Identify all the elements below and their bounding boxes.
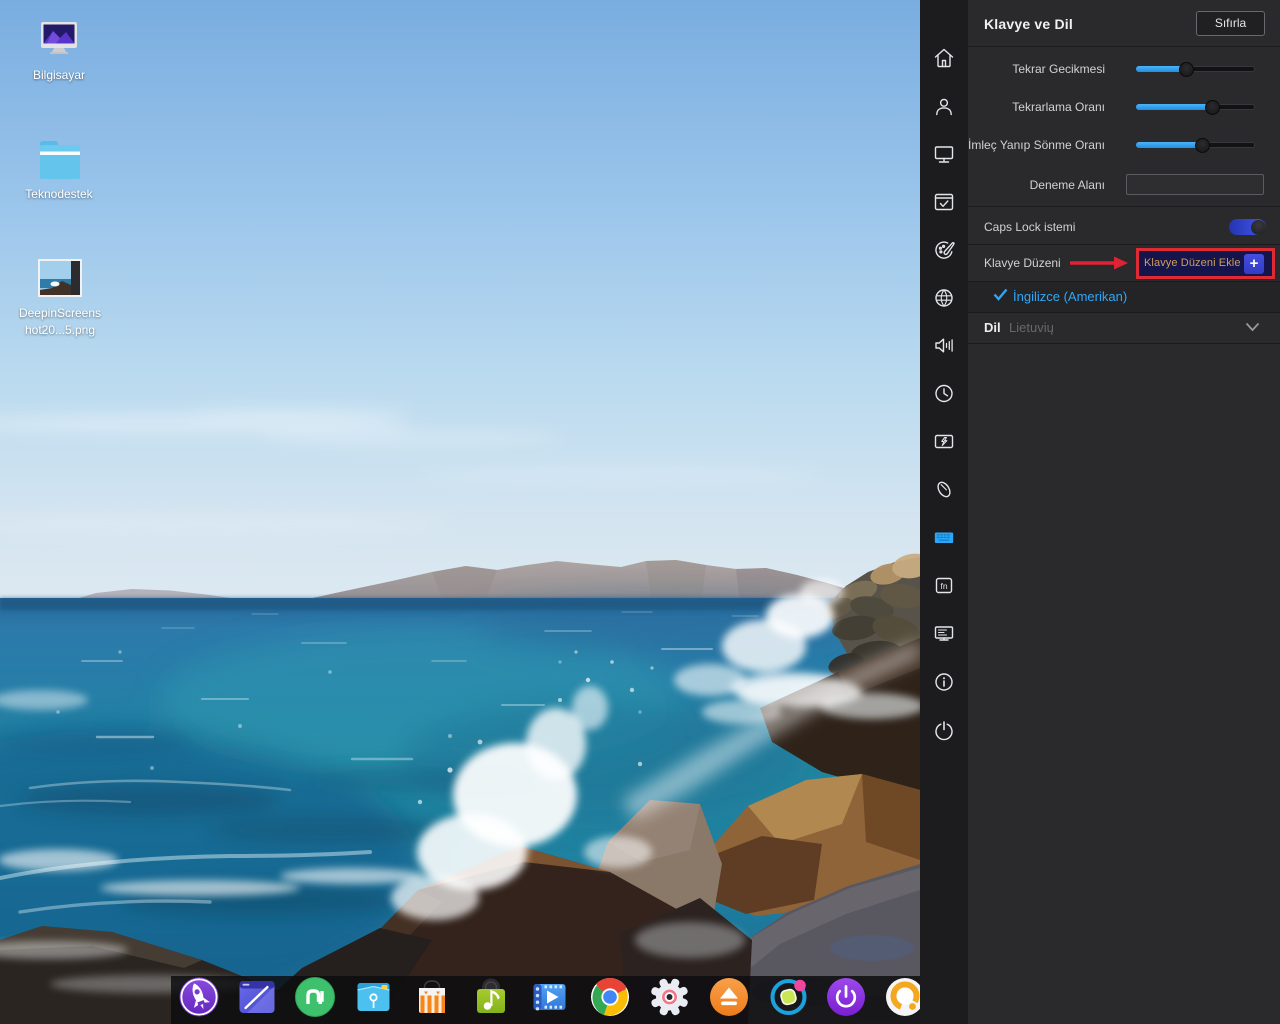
svg-text:fn: fn — [940, 581, 947, 591]
